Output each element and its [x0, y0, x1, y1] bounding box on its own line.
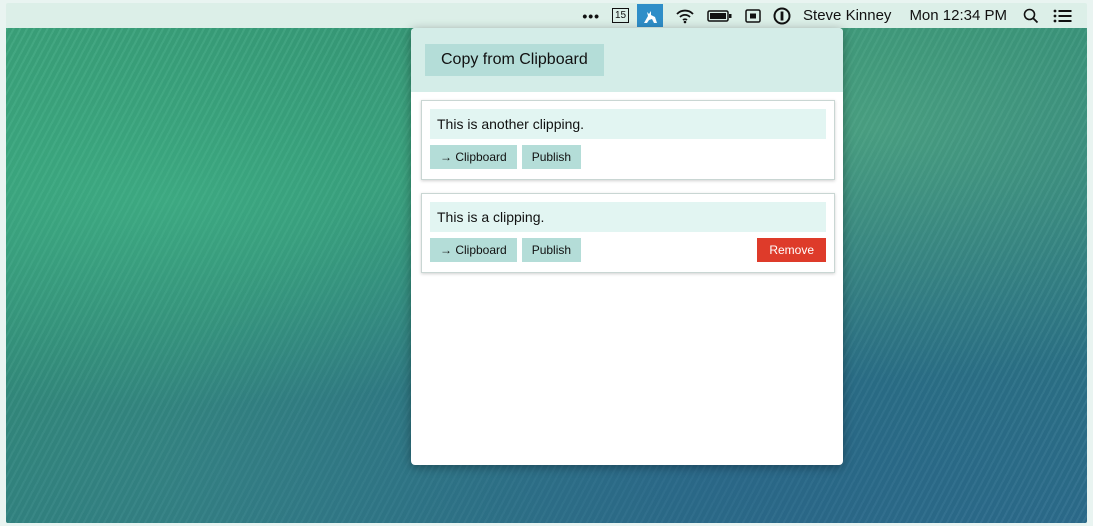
clipping-actions: → Clipboard Publish [430, 145, 826, 169]
clipping-text: This is a clipping. [430, 202, 826, 232]
battery-icon[interactable] [707, 3, 733, 28]
clipping-actions: → Clipboard Publish Remove [430, 238, 826, 262]
more-icon[interactable]: ••• [582, 3, 600, 28]
remove-button[interactable]: Remove [757, 238, 826, 262]
clippings-list: This is another clipping. → Clipboard Pu… [411, 92, 843, 273]
password-manager-icon[interactable] [773, 3, 791, 28]
copy-from-clipboard-button[interactable]: Copy from Clipboard [425, 44, 604, 76]
copy-to-clipboard-button[interactable]: → Clipboard [430, 238, 517, 262]
clock[interactable]: Mon 12:34 PM [909, 3, 1007, 28]
screen-record-icon[interactable] [745, 3, 761, 28]
wifi-icon[interactable] [675, 3, 695, 28]
clipping-item: This is another clipping. → Clipboard Pu… [421, 100, 835, 180]
calendar-icon: 15 [612, 8, 630, 23]
copy-to-clipboard-button[interactable]: → Clipboard [430, 145, 517, 169]
cat-silhouette-icon [644, 10, 658, 23]
clipmaster-popup: Copy from Clipboard This is another clip… [411, 28, 843, 465]
screen: ••• 15 Steve Kinney Mon 12:34 PM Copy fr… [6, 3, 1087, 523]
clipping-item: This is a clipping. → Clipboard Publish … [421, 193, 835, 273]
notification-center-icon[interactable] [1053, 3, 1073, 28]
clipmaster-app-icon[interactable] [637, 4, 664, 27]
spotlight-search-icon[interactable] [1023, 3, 1039, 28]
user-name[interactable]: Steve Kinney [803, 3, 891, 28]
publish-button[interactable]: Publish [521, 238, 582, 262]
clipping-text: This is another clipping. [430, 109, 826, 139]
publish-button[interactable]: Publish [521, 145, 582, 169]
popup-header: Copy from Clipboard [411, 28, 843, 92]
menu-bar: ••• 15 Steve Kinney Mon 12:34 PM [6, 3, 1087, 28]
calendar-menu[interactable]: 15 [612, 3, 630, 28]
